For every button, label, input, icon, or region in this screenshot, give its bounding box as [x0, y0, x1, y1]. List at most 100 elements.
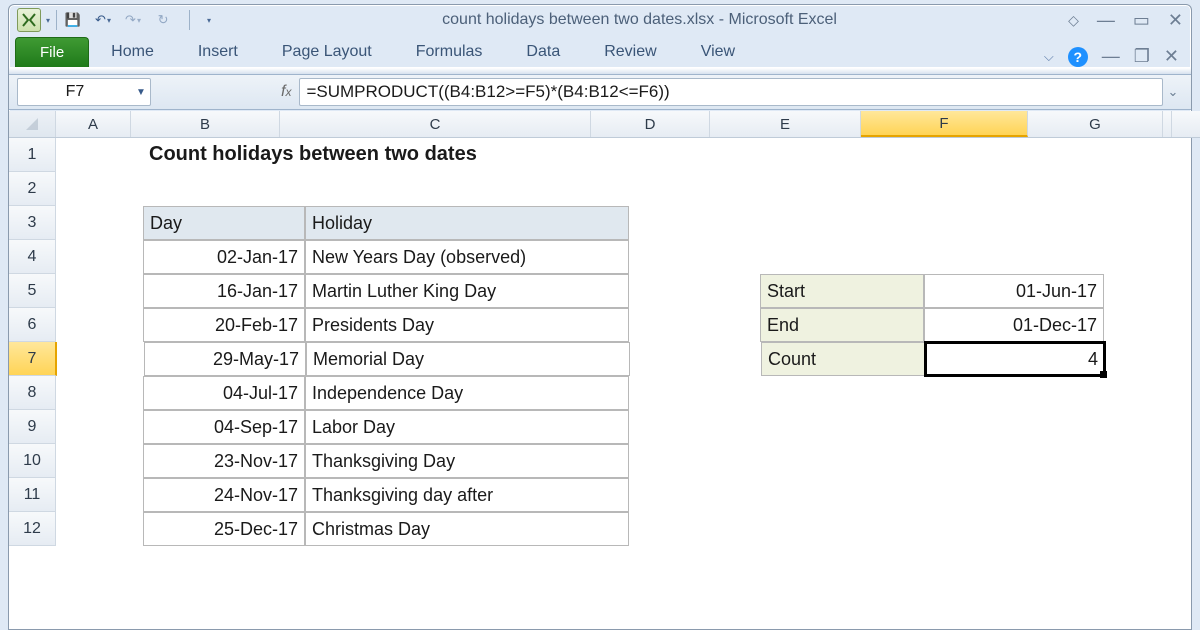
- cell-a1[interactable]: [56, 138, 143, 172]
- maximize-icon[interactable]: ▭: [1133, 10, 1150, 31]
- cell-e6[interactable]: End: [760, 308, 924, 342]
- cell-f6[interactable]: 01-Dec-17: [924, 308, 1104, 342]
- cell-g6[interactable]: [1104, 308, 1200, 342]
- cell-c9[interactable]: Labor Day: [305, 410, 629, 444]
- cell-g8[interactable]: [1102, 376, 1200, 410]
- row-header-7[interactable]: 7: [9, 342, 57, 376]
- workbook-close-icon[interactable]: ✕: [1164, 46, 1179, 67]
- cell-c4[interactable]: New Years Day (observed): [305, 240, 629, 274]
- cell-b9[interactable]: 04-Sep-17: [143, 410, 305, 444]
- cell-c5[interactable]: Martin Luther King Day: [305, 274, 629, 308]
- cell-e3[interactable]: [760, 206, 923, 240]
- cell-a10[interactable]: [56, 444, 143, 478]
- cell-g2[interactable]: [1100, 172, 1200, 206]
- row-header-8[interactable]: 8: [9, 376, 56, 410]
- row-header-6[interactable]: 6: [9, 308, 56, 342]
- cell-d10[interactable]: [629, 444, 760, 478]
- cell-f1[interactable]: [908, 138, 1087, 172]
- cell-b10[interactable]: 23-Nov-17: [143, 444, 305, 478]
- cell-e11[interactable]: [760, 478, 923, 512]
- workbook-restore-icon[interactable]: ❐: [1134, 46, 1150, 67]
- cell-a7[interactable]: [57, 342, 144, 376]
- cell-e2[interactable]: [758, 172, 921, 206]
- cell-d7[interactable]: [630, 342, 761, 376]
- cell-e12[interactable]: [760, 512, 923, 546]
- row-header-1[interactable]: 1: [9, 138, 56, 172]
- row-header-10[interactable]: 10: [9, 444, 56, 478]
- cell-b7[interactable]: 29-May-17: [144, 342, 306, 376]
- formula-expand-icon[interactable]: ⌄: [1163, 84, 1183, 100]
- cell-g9[interactable]: [1102, 410, 1200, 444]
- col-header-b[interactable]: B: [131, 111, 280, 137]
- close-icon[interactable]: ✕: [1168, 10, 1183, 31]
- col-header-f[interactable]: F: [861, 111, 1028, 137]
- cell-e5[interactable]: Start: [760, 274, 924, 308]
- cell-a12[interactable]: [56, 512, 143, 546]
- cell-c11[interactable]: Thanksgiving day after: [305, 478, 629, 512]
- cell-f5[interactable]: 01-Jun-17: [924, 274, 1104, 308]
- tab-review[interactable]: Review: [582, 37, 678, 67]
- cell-b3[interactable]: Day: [143, 206, 305, 240]
- cell-d11[interactable]: [629, 478, 760, 512]
- row-header-4[interactable]: 4: [9, 240, 56, 274]
- cell-a8[interactable]: [56, 376, 143, 410]
- cell-f8[interactable]: [923, 376, 1102, 410]
- col-header-a[interactable]: A: [56, 111, 131, 137]
- cell-a5[interactable]: [56, 274, 143, 308]
- cell-f3[interactable]: [923, 206, 1102, 240]
- tab-insert[interactable]: Insert: [176, 37, 260, 67]
- cell-f7[interactable]: 4: [925, 342, 1105, 376]
- cell-c10[interactable]: Thanksgiving Day: [305, 444, 629, 478]
- row-header-5[interactable]: 5: [9, 274, 56, 308]
- row-header-9[interactable]: 9: [9, 410, 56, 444]
- save-icon[interactable]: 💾: [63, 10, 83, 30]
- cell-b6[interactable]: 20-Feb-17: [143, 308, 305, 342]
- row-header-11[interactable]: 11: [9, 478, 56, 512]
- tab-home[interactable]: Home: [89, 37, 176, 67]
- tab-formulas[interactable]: Formulas: [394, 37, 505, 67]
- cell-b12[interactable]: 25-Dec-17: [143, 512, 305, 546]
- cell-g7[interactable]: [1105, 342, 1200, 376]
- cell-d3[interactable]: [629, 206, 760, 240]
- cell-a9[interactable]: [56, 410, 143, 444]
- cell-c8[interactable]: Independence Day: [305, 376, 629, 410]
- cell-d12[interactable]: [629, 512, 760, 546]
- cell-f9[interactable]: [923, 410, 1102, 444]
- cell-e1[interactable]: [745, 138, 908, 172]
- cell-a11[interactable]: [56, 478, 143, 512]
- cell-a4[interactable]: [56, 240, 143, 274]
- cell-a6[interactable]: [56, 308, 143, 342]
- cell-e4[interactable]: [760, 240, 923, 274]
- cell-b2[interactable]: [143, 172, 304, 206]
- formula-input[interactable]: =SUMPRODUCT((B4:B12>=F5)*(B4:B12<=F6)): [299, 78, 1163, 106]
- cell-g3[interactable]: [1102, 206, 1200, 240]
- file-tab[interactable]: File: [15, 37, 89, 67]
- cell-c3[interactable]: Holiday: [305, 206, 629, 240]
- cell-g10[interactable]: [1102, 444, 1200, 478]
- cell-a3[interactable]: [56, 206, 143, 240]
- col-header-g[interactable]: G: [1028, 111, 1163, 137]
- minimize-icon[interactable]: ―: [1097, 10, 1115, 31]
- minimize-ribbon-icon[interactable]: ◇: [1068, 12, 1079, 29]
- cell-g11[interactable]: [1102, 478, 1200, 512]
- app-menu-caret-icon[interactable]: ▾: [46, 16, 50, 25]
- tab-data[interactable]: Data: [504, 37, 582, 67]
- cell-c7[interactable]: Memorial Day: [306, 342, 630, 376]
- excel-app-icon[interactable]: [17, 8, 41, 32]
- select-all-button[interactable]: [9, 111, 56, 137]
- row-header-3[interactable]: 3: [9, 206, 56, 240]
- col-header-e[interactable]: E: [710, 111, 861, 137]
- workbook-minimize-icon[interactable]: ―: [1102, 46, 1120, 67]
- cell-d2[interactable]: [627, 172, 758, 206]
- row-header-2[interactable]: 2: [9, 172, 56, 206]
- col-header-c[interactable]: C: [280, 111, 591, 137]
- cell-d1[interactable]: [614, 138, 745, 172]
- cell-f12[interactable]: [923, 512, 1102, 546]
- cell-d8[interactable]: [629, 376, 760, 410]
- tab-view[interactable]: View: [679, 37, 757, 67]
- cell-b8[interactable]: 04-Jul-17: [143, 376, 305, 410]
- cell-a2[interactable]: [56, 172, 143, 206]
- cell-g12[interactable]: [1102, 512, 1200, 546]
- col-header-d[interactable]: D: [591, 111, 710, 137]
- cell-b1[interactable]: Count holidays between two dates: [143, 138, 614, 172]
